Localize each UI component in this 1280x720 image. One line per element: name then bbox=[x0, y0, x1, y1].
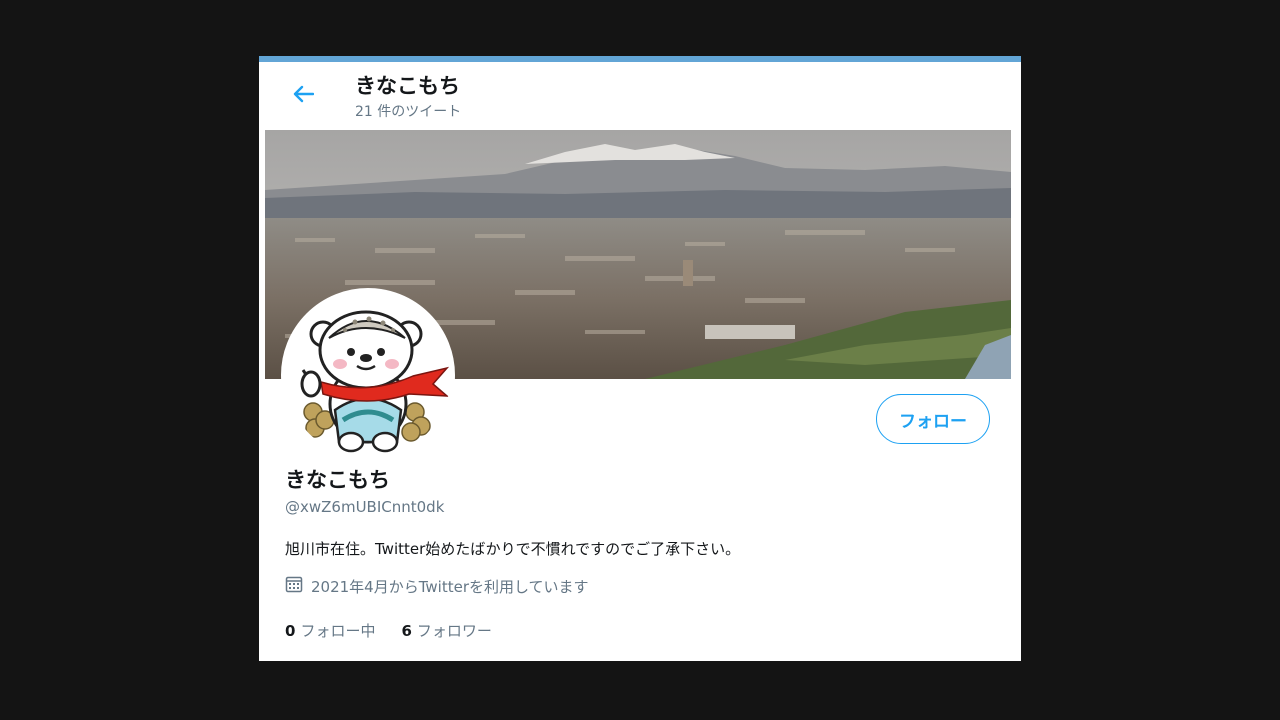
followers-link[interactable]: 6 フォロワー bbox=[401, 620, 491, 641]
profile-card: きなこもち 21 件のツイート フォロー きなこもち @xwZ6mUBICnnt… bbox=[259, 56, 1021, 661]
header-title: きなこもち bbox=[355, 74, 460, 98]
follow-button[interactable]: フォロー bbox=[876, 394, 990, 444]
user-handle: @xwZ6mUBICnnt0dk bbox=[285, 498, 445, 516]
profile-bio: 旭川市在住。Twitter始めたばかりで不慣れですのでご了承下さい。 bbox=[285, 540, 741, 558]
following-label: フォロー中 bbox=[300, 622, 376, 640]
followers-label: フォロワー bbox=[416, 622, 492, 640]
following-link[interactable]: 0 フォロー中 bbox=[285, 620, 375, 641]
followers-count: 6 bbox=[401, 622, 412, 640]
top-accent-line bbox=[259, 56, 1021, 62]
tweet-count: 21 件のツイート bbox=[355, 104, 462, 120]
following-count: 0 bbox=[285, 622, 296, 640]
join-date-text: 2021年4月からTwitterを利用しています bbox=[311, 577, 589, 596]
join-date: 2021年4月からTwitterを利用しています bbox=[285, 575, 589, 597]
back-button[interactable] bbox=[285, 78, 321, 114]
calendar-icon bbox=[285, 575, 311, 597]
avatar[interactable] bbox=[281, 288, 455, 462]
follow-stats: 0 フォロー中 6 フォロワー bbox=[285, 620, 518, 641]
display-name: きなこもち bbox=[285, 468, 390, 492]
arrow-left-icon bbox=[292, 85, 315, 107]
